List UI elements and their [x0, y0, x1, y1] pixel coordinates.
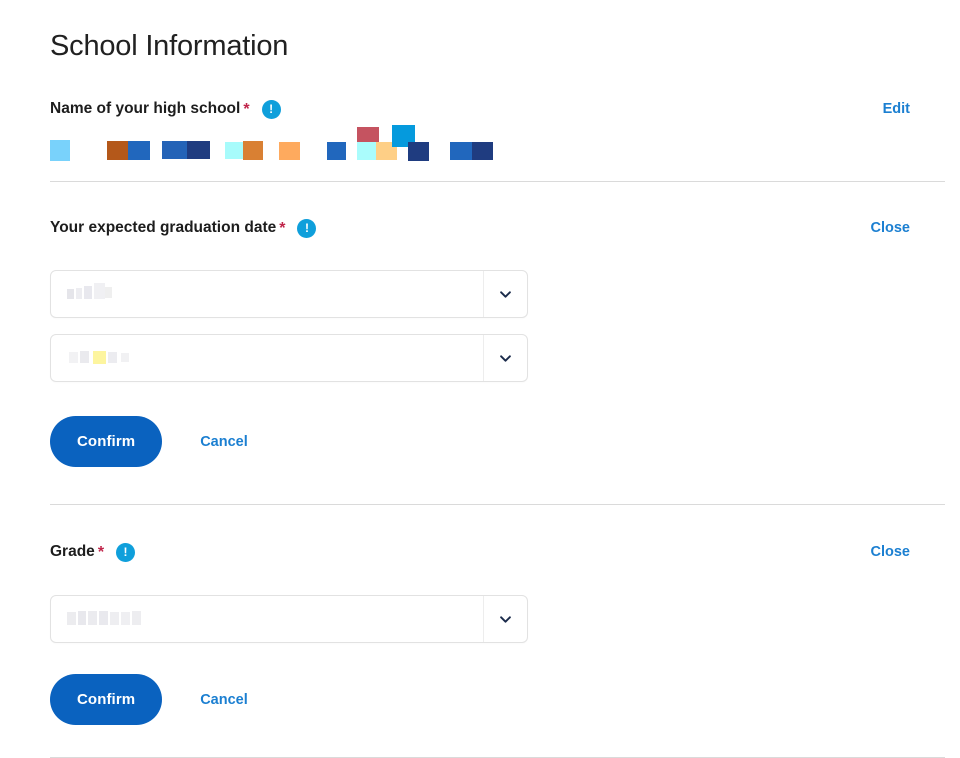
info-icon-glyph: ! [269, 101, 274, 116]
redacted-block [357, 142, 376, 160]
info-exclamation-icon-grade[interactable]: ! [116, 542, 136, 562]
chevron-down-icon-grade[interactable] [483, 596, 527, 642]
info-exclamation-icon-school-name[interactable]: ! [261, 99, 281, 119]
field-label-grade: Grade [50, 543, 95, 560]
redacted-block [105, 287, 112, 298]
field-label-school-name: Name of your high school [50, 100, 241, 117]
graduation-month-select[interactable] [50, 270, 528, 318]
cancel-button-grade[interactable]: Cancel [200, 692, 248, 708]
divider-2 [50, 504, 945, 505]
graduation-month-select-value [51, 271, 483, 317]
chevron-down-icon-graduation-month[interactable] [483, 271, 527, 317]
redacted-block [69, 352, 78, 363]
info-exclamation-icon-graduation-date[interactable]: ! [297, 218, 317, 238]
section-school-name: Name of your high school * ! Edit [50, 98, 910, 164]
redacted-block [128, 141, 150, 160]
redacted-value-school-name [50, 125, 910, 164]
label-group-school-name: Name of your high school * ! [50, 99, 281, 119]
redacted-block [408, 142, 429, 161]
divider-1 [50, 181, 945, 182]
redacted-block [132, 611, 141, 625]
label-group-graduation-date: Your expected graduation date * ! [50, 218, 317, 238]
redacted-block [88, 611, 97, 625]
redacted-block [67, 612, 76, 625]
redacted-select-value [65, 283, 469, 303]
grade-select[interactable] [50, 595, 528, 643]
cancel-button-graduation-date[interactable]: Cancel [200, 434, 248, 450]
confirm-button-grade[interactable]: Confirm [50, 674, 163, 725]
section-header-grade: Grade * ! Close [50, 541, 910, 563]
redacted-select-value [65, 610, 469, 628]
section-grade: Grade * ! Close Confirm Cancel [50, 541, 910, 725]
redacted-block [76, 288, 82, 299]
section-graduation-date: Your expected graduation date * ! Close [50, 217, 910, 467]
page-title: School Information [50, 30, 289, 62]
confirm-button-graduation-date[interactable]: Confirm [50, 416, 163, 467]
graduation-year-select[interactable] [50, 334, 528, 382]
button-row-grade: Confirm Cancel [50, 674, 910, 725]
required-indicator-grade: * [97, 544, 105, 561]
redacted-block [67, 289, 74, 299]
redacted-block [243, 141, 263, 160]
redacted-block [99, 611, 108, 625]
school-information-page: School Information Name of your high sch… [0, 0, 960, 758]
redacted-select-value [65, 349, 469, 367]
redacted-block [108, 352, 117, 363]
section-header-school-name: Name of your high school * ! Edit [50, 98, 910, 120]
close-link-grade[interactable]: Close [871, 544, 911, 560]
chevron-down-icon-graduation-year[interactable] [483, 335, 527, 381]
button-row-graduation-date: Confirm Cancel [50, 416, 910, 467]
redacted-block [80, 351, 89, 363]
redacted-block [225, 142, 243, 159]
redacted-block [110, 612, 119, 625]
redacted-block [107, 141, 128, 160]
label-group-grade: Grade * ! [50, 542, 136, 562]
redacted-block [121, 353, 129, 362]
required-indicator-school-name: * [243, 101, 250, 118]
redacted-block [450, 142, 472, 160]
graduation-year-select-value [51, 335, 483, 381]
info-icon-glyph: ! [304, 220, 309, 235]
redacted-block [279, 142, 300, 160]
info-icon-glyph: ! [123, 544, 128, 559]
redacted-block [472, 142, 493, 160]
field-label-graduation-date: Your expected graduation date [50, 219, 277, 236]
edit-link-school-name[interactable]: Edit [883, 101, 910, 117]
redacted-block [78, 611, 86, 625]
redacted-block [93, 351, 106, 364]
redacted-block [187, 141, 210, 159]
section-header-graduation-date: Your expected graduation date * ! Close [50, 217, 910, 239]
redacted-block [94, 283, 105, 299]
redacted-block [50, 140, 70, 161]
close-link-graduation-date[interactable]: Close [871, 220, 911, 236]
redacted-block [327, 142, 346, 160]
required-indicator-graduation-date: * [279, 220, 286, 237]
redacted-block [121, 612, 130, 625]
redacted-block [84, 286, 92, 299]
redacted-block [162, 141, 187, 159]
grade-select-value [51, 596, 483, 642]
